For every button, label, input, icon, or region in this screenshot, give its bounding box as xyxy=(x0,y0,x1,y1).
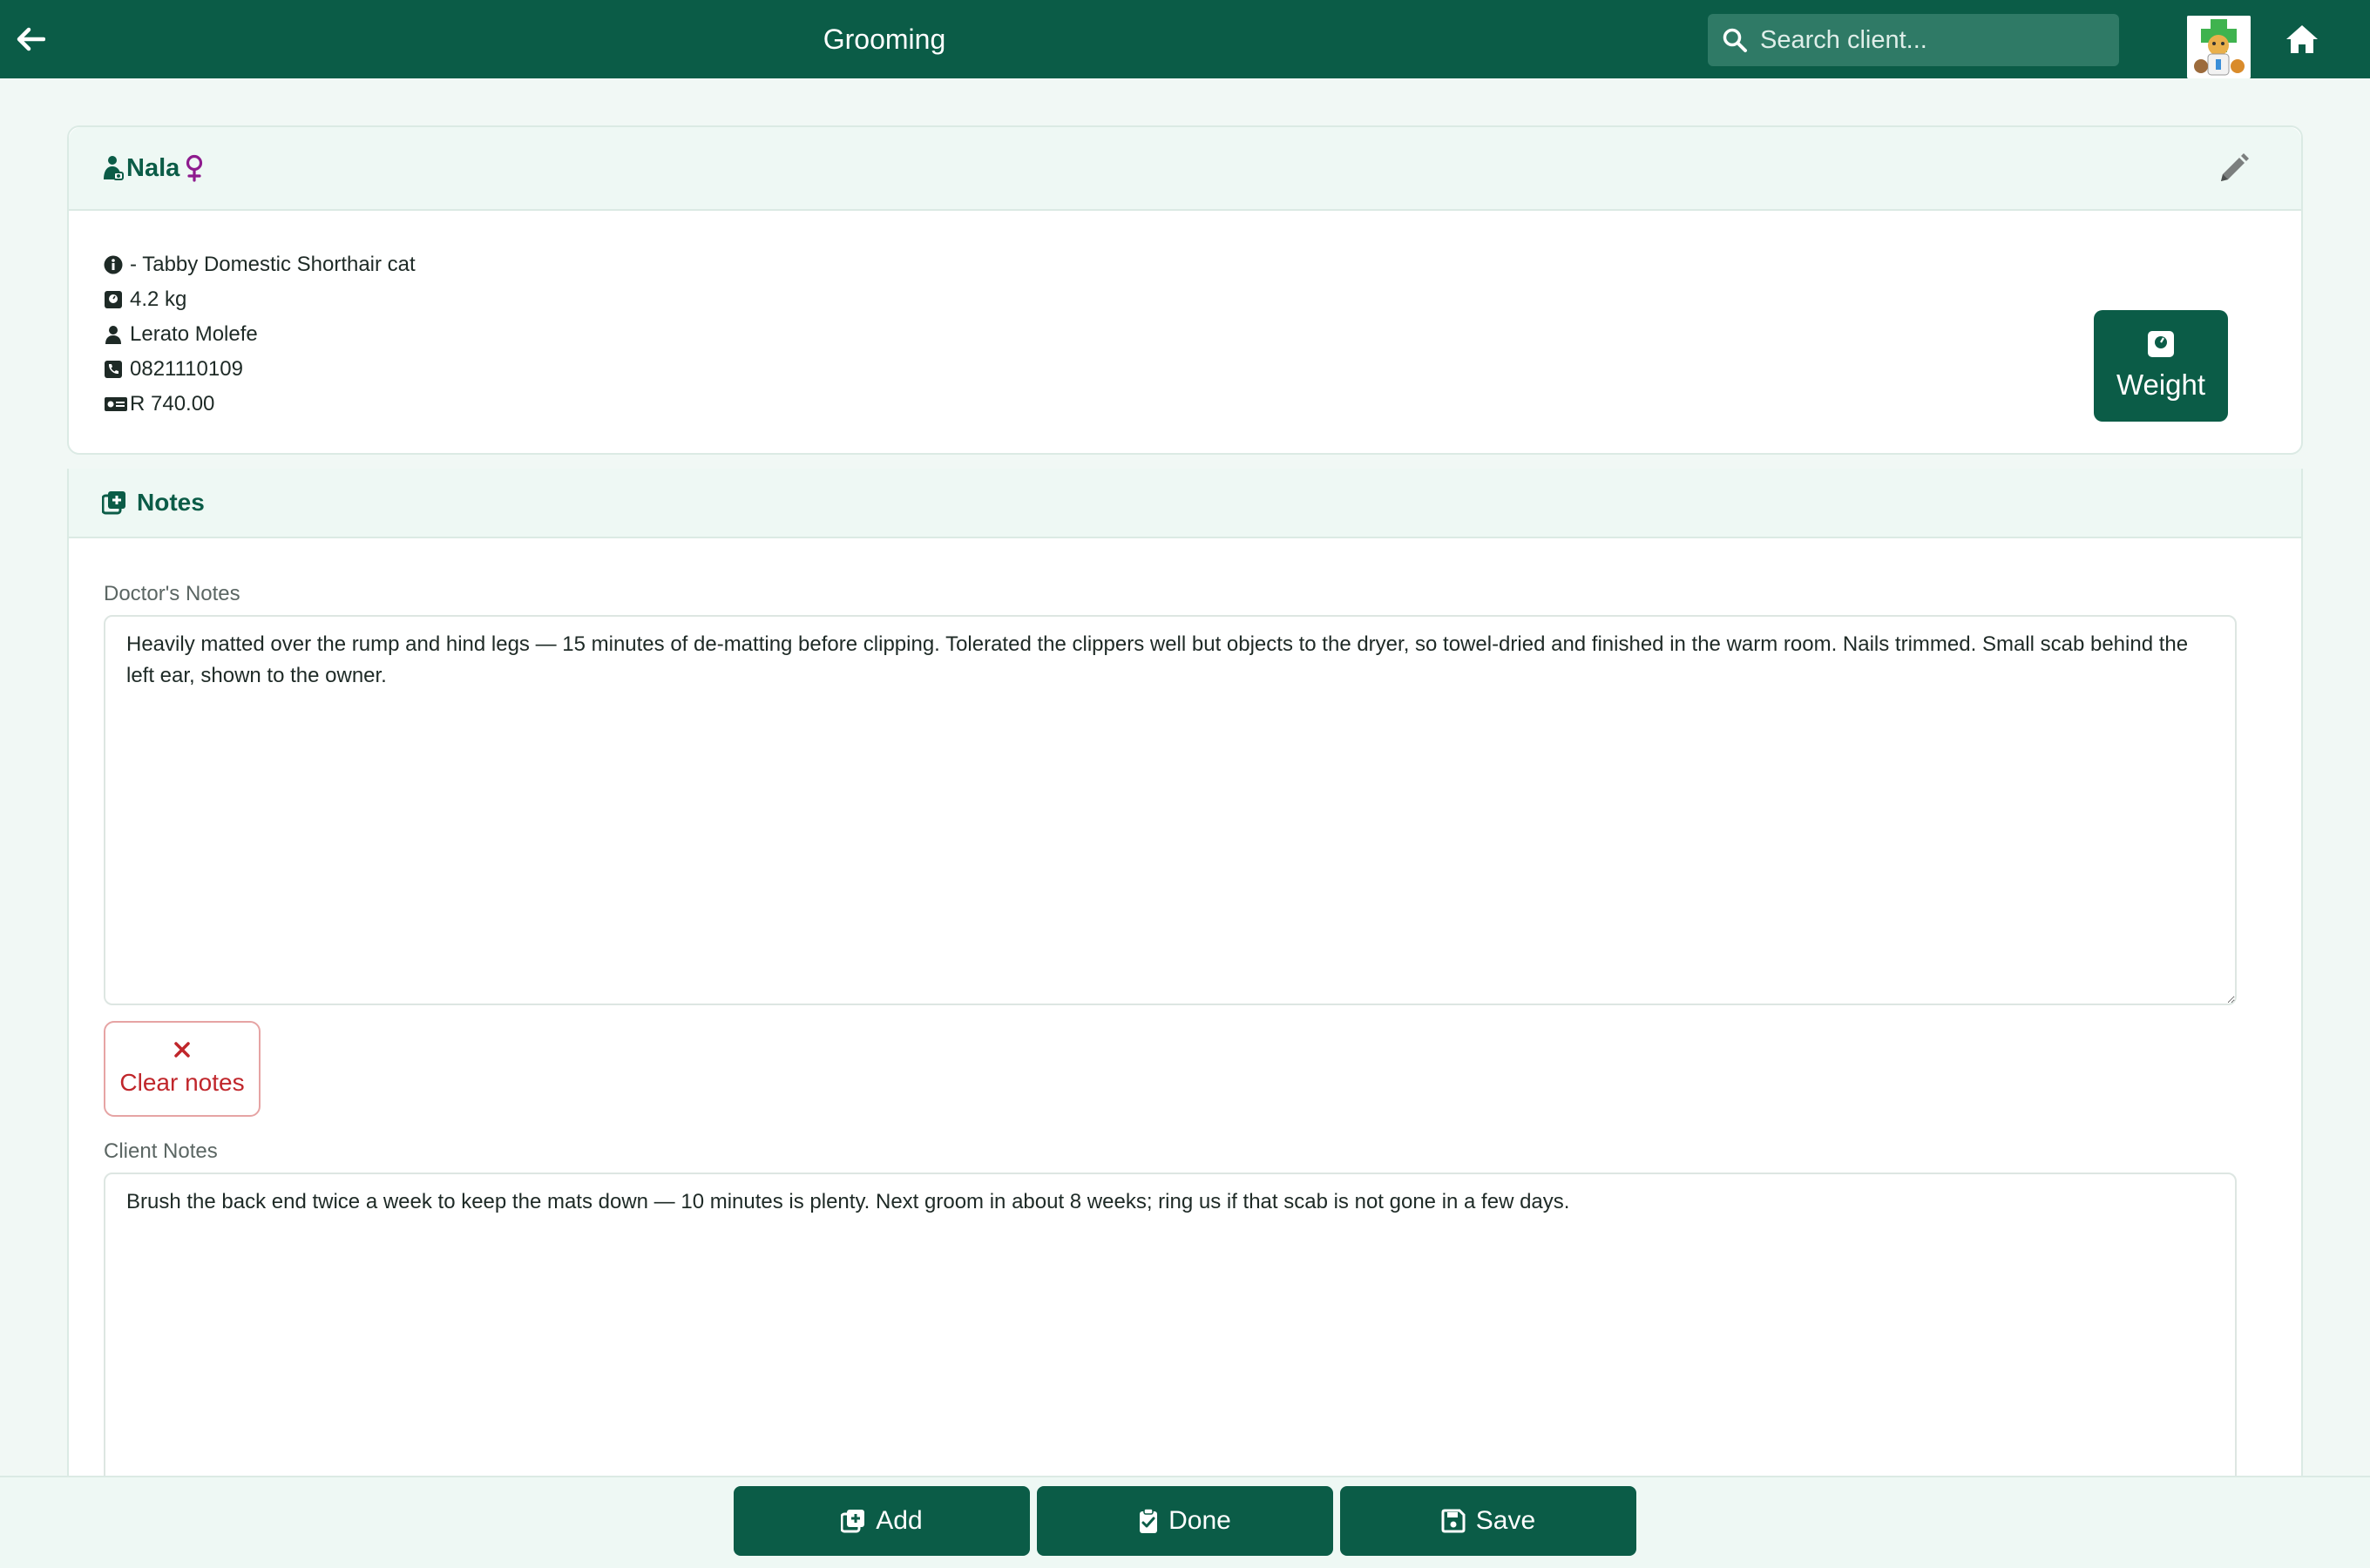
done-button[interactable]: Done xyxy=(1037,1486,1333,1556)
doctor-notes-textarea[interactable]: Heavily matted over the rump and hind le… xyxy=(104,615,2237,1005)
phone-icon xyxy=(104,360,130,379)
account-balance: R 740.00 xyxy=(130,392,215,416)
search-icon xyxy=(1723,28,1747,52)
notes-header: Notes xyxy=(69,469,2301,538)
pencil-icon xyxy=(2221,153,2249,181)
pet-weight: 4.2 kg xyxy=(130,287,187,311)
arrow-left-icon xyxy=(17,27,45,51)
female-icon xyxy=(185,154,204,182)
search-box[interactable] xyxy=(1708,14,2119,66)
clear-notes-button[interactable]: Clear notes xyxy=(104,1021,261,1117)
owner-phone: 0821110109 xyxy=(130,357,243,381)
doctor-notes-label: Doctor's Notes xyxy=(104,582,240,605)
weight-button-label: Weight xyxy=(2116,368,2206,401)
pet-name: Nala xyxy=(126,153,180,182)
add-button[interactable]: Add xyxy=(734,1486,1030,1556)
clinic-logo-avatar[interactable] xyxy=(2187,16,2251,78)
info-row-owner: Lerato Molefe xyxy=(104,317,416,352)
vet-logo-icon xyxy=(2187,16,2251,78)
notes-card: Notes Doctor's Notes Heavily matted over… xyxy=(67,469,2303,1568)
add-note-icon xyxy=(841,1510,865,1533)
add-button-label: Add xyxy=(876,1506,923,1535)
info-row-phone: 0821110109 xyxy=(104,352,416,387)
page-title: Grooming xyxy=(823,23,946,55)
notes-title: Notes xyxy=(137,489,205,516)
clipboard-check-icon xyxy=(1140,1508,1158,1533)
back-button[interactable] xyxy=(12,21,49,57)
weight-button[interactable]: Weight xyxy=(2094,310,2228,422)
bottom-action-bar: Add Done Save xyxy=(0,1476,2370,1568)
floppy-disk-icon xyxy=(1441,1509,1466,1533)
top-bar: Grooming xyxy=(0,0,2370,78)
patient-info-list: - Tabby Domestic Shorthair cat 4.2 kg Le… xyxy=(104,247,416,422)
weight-scale-icon xyxy=(104,290,130,309)
client-notes-label: Client Notes xyxy=(104,1139,218,1163)
done-button-label: Done xyxy=(1168,1506,1231,1535)
info-row-balance: R 740.00 xyxy=(104,387,416,422)
info-circle-icon xyxy=(104,255,130,274)
money-bill-icon xyxy=(104,395,130,413)
info-row-weight: 4.2 kg xyxy=(104,282,416,317)
search-input[interactable] xyxy=(1760,25,2100,55)
close-icon xyxy=(174,1042,190,1058)
info-row-description: - Tabby Domestic Shorthair cat xyxy=(104,247,416,282)
home-button[interactable] xyxy=(2283,21,2321,57)
clear-notes-label: Clear notes xyxy=(119,1069,245,1096)
edit-patient-button[interactable] xyxy=(2214,150,2252,188)
save-button[interactable]: Save xyxy=(1340,1486,1636,1556)
pet-description: - Tabby Domestic Shorthair cat xyxy=(130,253,416,276)
home-icon xyxy=(2286,25,2318,53)
notes-add-icon xyxy=(102,491,125,515)
owner-name: Lerato Molefe xyxy=(130,322,258,346)
pet-owner-icon xyxy=(104,156,124,180)
save-button-label: Save xyxy=(1475,1506,1536,1535)
patient-card: Nala - Tabby Domestic Shorthair cat 4.2 … xyxy=(67,125,2303,455)
weight-scale-icon xyxy=(2148,331,2174,357)
patient-card-header: Nala xyxy=(69,127,2301,211)
user-icon xyxy=(104,325,130,344)
